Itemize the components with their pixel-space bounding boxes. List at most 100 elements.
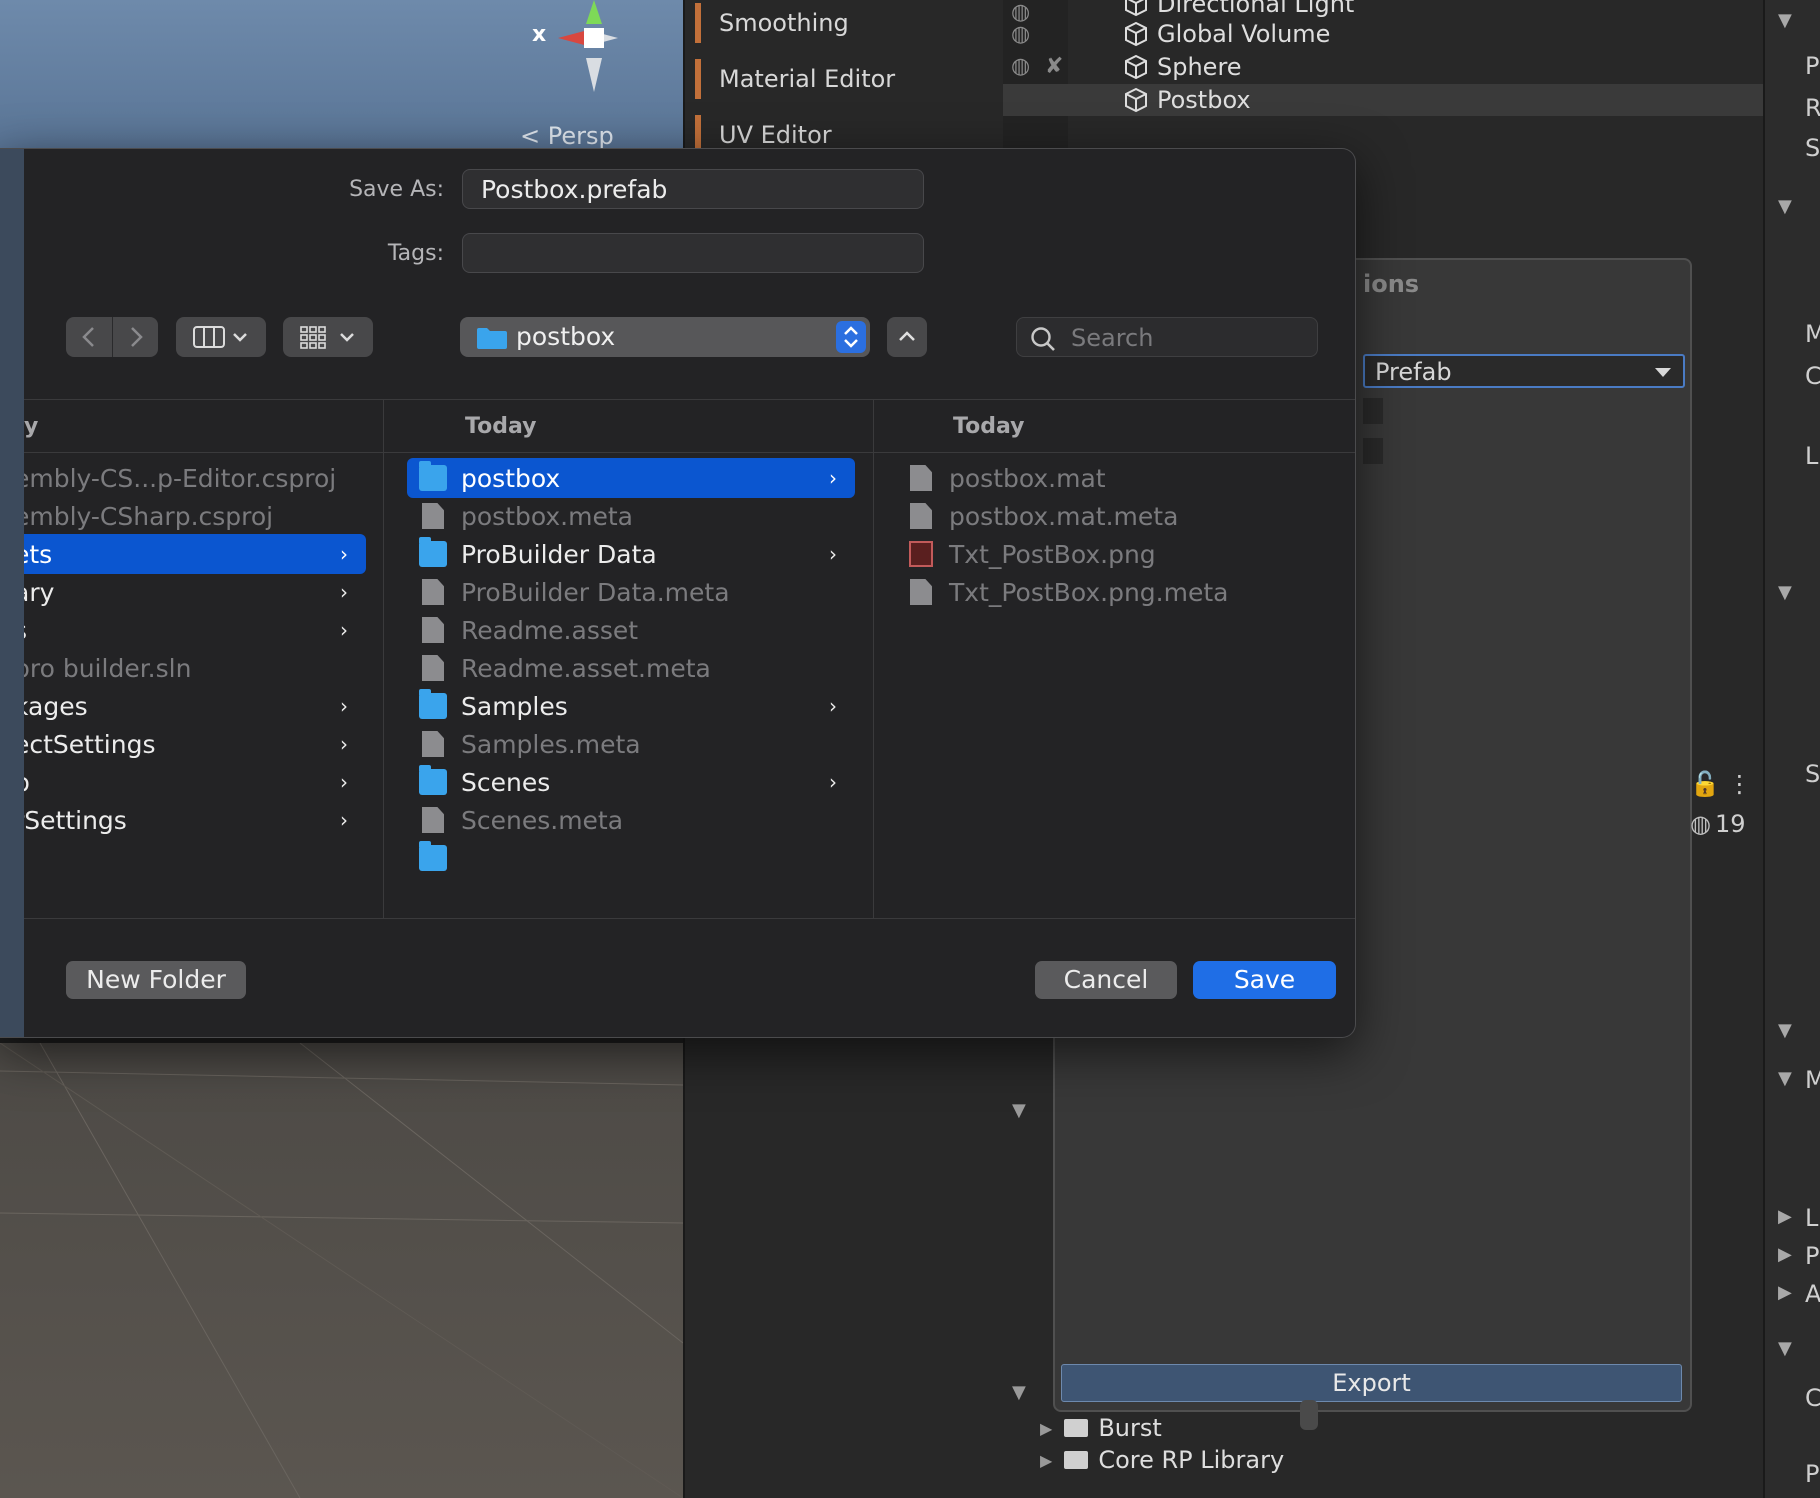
- foldout-arrow-icon[interactable]: ▼: [1012, 1382, 1026, 1403]
- inspector-label: P: [1805, 1242, 1820, 1270]
- hierarchy-item[interactable]: Directional Light: [1123, 0, 1354, 20]
- browser-column-2: Today postbox › postbox.meta ProBuilder D…: [383, 400, 874, 918]
- chevron-right-icon: [131, 327, 143, 347]
- list-item[interactable]: rSettings ›: [24, 800, 366, 840]
- back-button[interactable]: [66, 317, 112, 357]
- save-as-value: Postbox.prefab: [481, 175, 668, 204]
- list-item[interactable]: Txt_PostBox.png.meta: [897, 572, 1337, 612]
- checkbox[interactable]: [1363, 438, 1383, 464]
- foldout-arrow-icon[interactable]: ▼: [1778, 196, 1792, 217]
- scene-view-top[interactable]: x < Persp: [0, 0, 683, 150]
- eye-hidden-icon[interactable]: ◍: [1011, 22, 1030, 47]
- collapse-dialog-button[interactable]: [887, 317, 927, 357]
- chevron-right-icon: ›: [340, 694, 348, 718]
- foldout-arrow-icon[interactable]: ▼: [1778, 10, 1792, 31]
- project-folder-burst[interactable]: ▶ Burst: [1040, 1414, 1162, 1442]
- gameobject-cube-icon: [1125, 21, 1147, 47]
- scene-gizmo[interactable]: x: [500, 0, 640, 100]
- file-icon: [910, 503, 932, 529]
- list-item[interactable]: ProBuilder Data.meta: [407, 572, 855, 612]
- search-field[interactable]: Search: [1016, 317, 1318, 357]
- file-icon: [422, 807, 444, 833]
- list-item[interactable]: pro builder.sln: [24, 648, 366, 688]
- list-item[interactable]: Readme.asset: [407, 610, 855, 650]
- folder-icon: [419, 841, 447, 871]
- tool-label: UV Editor: [719, 121, 832, 149]
- tool-material-editor[interactable]: Material Editor: [695, 56, 895, 102]
- list-item[interactable]: Scenes ›: [407, 762, 855, 802]
- gameobject-cube-icon: [1125, 0, 1147, 17]
- file-icon: [910, 579, 932, 605]
- foldout-arrow-icon[interactable]: ▼: [1778, 582, 1792, 603]
- list-item-partial[interactable]: [407, 838, 855, 878]
- project-scrollbar[interactable]: [1300, 1400, 1318, 1430]
- search-placeholder: Search: [1071, 324, 1154, 352]
- project-folder-label: Burst: [1098, 1414, 1162, 1442]
- foldout-arrow-icon[interactable]: ▼: [1778, 1020, 1792, 1041]
- tool-smoothing[interactable]: Smoothing: [695, 0, 849, 46]
- save-as-label: Save As:: [349, 177, 444, 202]
- chevron-left-icon: [82, 327, 94, 347]
- inspector-label: L: [1805, 442, 1819, 470]
- hierarchy-item[interactable]: Postbox: [1123, 84, 1251, 116]
- list-item[interactable]: postbox.mat: [897, 458, 1337, 498]
- chevron-right-icon: ›: [829, 694, 837, 718]
- file-icon: [422, 655, 444, 681]
- list-item[interactable]: Samples.meta: [407, 724, 855, 764]
- list-item[interactable]: p›: [24, 762, 366, 802]
- folder-icon: [419, 537, 447, 567]
- foldout-arrow-icon[interactable]: ▼: [1012, 1100, 1026, 1121]
- search-icon: [1031, 327, 1055, 351]
- list-item[interactable]: kages›: [24, 686, 366, 726]
- list-item[interactable]: postbox ›: [407, 458, 855, 498]
- list-item[interactable]: ectSettings ›: [24, 724, 366, 764]
- lock-icon[interactable]: 🔓 ⋮: [1690, 770, 1752, 798]
- list-item[interactable]: Scenes.meta: [407, 800, 855, 840]
- list-item[interactable]: embly-CSharp.csproj: [24, 496, 364, 536]
- new-folder-button[interactable]: New Folder: [66, 961, 246, 999]
- dropdown-caret-icon: [1655, 368, 1671, 377]
- list-item[interactable]: s›: [24, 610, 366, 650]
- list-item[interactable]: ary›: [24, 572, 366, 612]
- hierarchy-item[interactable]: Global Volume: [1123, 18, 1330, 50]
- list-item[interactable]: Samples ›: [407, 686, 855, 726]
- foldout-arrow-icon[interactable]: ▶: [1778, 1282, 1792, 1303]
- project-folder-core-rp[interactable]: ▶ Core RP Library: [1040, 1446, 1284, 1474]
- folder-icon: [419, 765, 447, 795]
- view-mode-button[interactable]: [176, 317, 266, 357]
- checkbox[interactable]: [1363, 398, 1383, 424]
- foldout-arrow-icon[interactable]: ▶: [1778, 1244, 1792, 1265]
- foldout-arrow-icon[interactable]: ▼: [1778, 1338, 1792, 1359]
- pick-disabled-icon[interactable]: ✘: [1045, 54, 1063, 79]
- forward-button[interactable]: [112, 317, 159, 357]
- visibility-gutter: ◍ ◍ ◍ ✘: [1003, 0, 1068, 160]
- inspector-label: C: [1805, 1384, 1820, 1412]
- save-as-field[interactable]: Postbox.prefab: [462, 169, 924, 209]
- hidden-count-badge: ◍ 19: [1690, 810, 1746, 838]
- save-button[interactable]: Save: [1193, 961, 1336, 999]
- location-popup[interactable]: postbox: [460, 317, 870, 357]
- tags-field[interactable]: [462, 233, 924, 273]
- list-item[interactable]: Readme.asset.meta: [407, 648, 855, 688]
- list-item[interactable]: postbox.mat.meta: [897, 496, 1337, 536]
- list-item[interactable]: Txt_PostBox.png: [897, 534, 1337, 574]
- export-format-dropdown[interactable]: Prefab: [1363, 354, 1685, 388]
- list-item[interactable]: postbox.meta: [407, 496, 855, 536]
- export-button[interactable]: Export: [1061, 1364, 1682, 1402]
- foldout-arrow-icon[interactable]: ▶: [1778, 1206, 1792, 1227]
- cancel-button[interactable]: Cancel: [1035, 961, 1177, 999]
- group-button[interactable]: [283, 317, 373, 357]
- list-item[interactable]: ProBuilder Data ›: [407, 534, 855, 574]
- eye-hidden-icon[interactable]: ◍: [1011, 54, 1030, 79]
- foldout-arrow-icon[interactable]: ▼: [1778, 1068, 1792, 1089]
- tool-label: Material Editor: [719, 65, 896, 93]
- list-item[interactable]: ets›: [24, 534, 366, 574]
- tags-label: Tags:: [387, 241, 444, 266]
- project-folder-label: Core RP Library: [1098, 1446, 1285, 1474]
- hierarchy-item[interactable]: Sphere: [1123, 51, 1242, 83]
- list-item[interactable]: embly-CS...p-Editor.csproj: [24, 458, 364, 498]
- inspector-label: P: [1805, 52, 1820, 80]
- scene-view-grid[interactable]: [0, 1043, 683, 1498]
- axis-gizmo-icon: [558, 0, 618, 92]
- persp-label[interactable]: < Persp: [520, 122, 614, 150]
